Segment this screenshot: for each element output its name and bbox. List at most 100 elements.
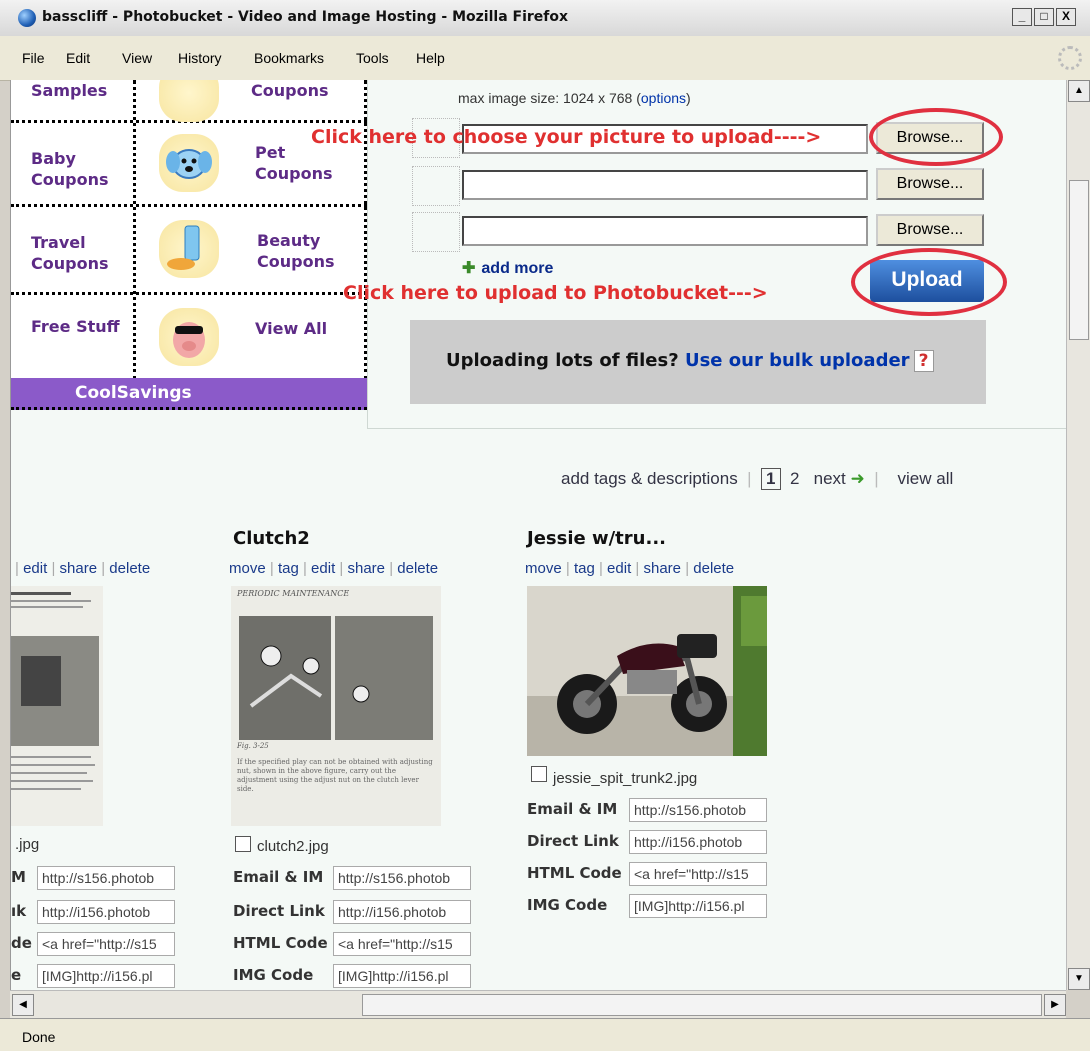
html-code-field[interactable]: <a href="http://s15 [333,932,471,956]
email-im-field[interactable]: http://s156.photob [333,866,471,890]
edit-link[interactable]: edit [23,560,47,577]
help-icon[interactable]: ? [913,350,934,372]
email-im-field[interactable]: http://s156.photob [629,798,767,822]
coolsavings-banner[interactable]: CoolSavings [11,378,367,410]
ad-divider [11,204,367,207]
photo-thumbnail[interactable] [527,586,767,756]
maximize-button[interactable]: □ [1034,8,1054,26]
menu-tools[interactable]: Tools [356,50,389,66]
action-separator: | [269,560,274,577]
add-tags-link[interactable]: add tags & descriptions [561,469,738,488]
scroll-left-arrow-icon[interactable]: ◀ [12,994,34,1016]
page-viewport: Samples Coupons Baby Coupons Pet Coupons… [10,80,1067,990]
scroll-right-arrow-icon[interactable]: ▶ [1044,994,1066,1016]
email-im-label: Email & IM [233,868,324,886]
action-separator: | [598,560,603,577]
ad-baby-coupons[interactable]: Baby Coupons [31,148,131,190]
photo-actions: move | tag | edit | share | delete [229,560,438,577]
file-input-2[interactable] [462,170,868,200]
direct-link-field[interactable]: http://i156.photob [333,900,471,924]
beauty-icon [159,220,219,278]
action-separator: | [565,560,570,577]
select-checkbox[interactable] [235,836,251,852]
email-im-field[interactable]: http://s156.photob [37,866,175,890]
move-link[interactable]: move [525,560,562,577]
photo-thumbnail[interactable]: PERIODIC MAINTENANCE Fig. 3-25 If the sp… [231,586,441,826]
minimize-button[interactable]: _ [1012,8,1032,26]
page-2-link[interactable]: 2 [790,469,799,488]
pager-separator: | [869,469,898,488]
menu-bookmarks[interactable]: Bookmarks [254,50,324,66]
action-separator: | [101,560,106,577]
samples-icon [159,80,219,122]
tag-link[interactable]: tag [574,560,595,577]
edit-link[interactable]: edit [311,560,335,577]
direct-link-field[interactable]: http://i156.photob [37,900,175,924]
img-code-field[interactable]: [IMG]http://i156.pl [333,964,471,988]
browse-button-2[interactable]: Browse... [876,168,984,200]
select-checkbox[interactable] [531,766,547,782]
menu-history[interactable]: History [178,50,222,66]
menu-file[interactable]: File [22,50,45,66]
max-size-text: max image size: 1024 x 768 ( [458,90,641,106]
photo-thumbnail[interactable] [11,586,103,826]
img-code-field[interactable]: [IMG]http://i156.pl [629,894,767,918]
ad-view-all[interactable]: View All [255,318,335,339]
scroll-up-arrow-icon[interactable]: ▲ [1068,80,1090,102]
email-im-label: Email & IM [527,800,618,818]
annotation-oval-upload [851,248,1007,316]
scroll-down-arrow-icon[interactable]: ▼ [1068,968,1090,990]
photo-title[interactable]: Jessie w/tru... [527,528,666,549]
view-all-link[interactable]: view all [898,469,954,488]
bulk-question: Uploading lots of files? [446,350,679,371]
pig-icon [159,308,219,366]
tag-link[interactable]: tag [278,560,299,577]
horizontal-scrollbar[interactable]: ◀ ▶ [10,990,1066,1019]
vertical-scroll-thumb[interactable] [1069,180,1089,340]
horizontal-scroll-thumb[interactable] [362,994,1042,1016]
html-code-label: HTML Code [233,934,328,952]
window-titlebar: basscliff - Photobucket - Video and Imag… [0,0,1090,37]
firefox-icon [18,9,36,27]
browse-button-3[interactable]: Browse... [876,214,984,246]
ad-beauty-coupons[interactable]: Beauty Coupons [257,230,357,272]
email-im-label: M [11,868,26,886]
menu-view[interactable]: View [122,50,152,66]
annotation-upload: Click here to upload to Photobucket---> [343,282,768,304]
add-more-link[interactable]: ✚ add more [462,258,553,278]
delete-link[interactable]: delete [693,560,734,577]
photo-actions: | edit | share | delete [15,560,150,577]
menu-edit[interactable]: Edit [66,50,90,66]
direct-link-field[interactable]: http://i156.photob [629,830,767,854]
move-link[interactable]: move [229,560,266,577]
html-code-field[interactable]: <a href="http://s15 [629,862,767,886]
edit-link[interactable]: edit [607,560,631,577]
file-input-3[interactable] [462,216,868,246]
share-link[interactable]: share [643,560,681,577]
ad-travel-coupons[interactable]: Travel Coupons [31,232,131,274]
photo-actions: move | tag | edit | share | delete [525,560,734,577]
ad-free-stuff[interactable]: Free Stuff [31,316,121,337]
share-link[interactable]: share [347,560,385,577]
ad-divider [133,80,136,380]
bulk-uploader-link[interactable]: Use our bulk uploader [685,350,910,371]
ad-coupons[interactable]: Coupons [251,80,328,101]
vertical-scrollbar[interactable]: ▲ ▼ [1066,80,1090,990]
file-preview-slot [412,212,460,252]
html-code-field[interactable]: <a href="http://s15 [37,932,175,956]
action-separator: | [685,560,690,577]
img-code-field[interactable]: [IMG]http://i156.pl [37,964,175,988]
ad-pet-coupons[interactable]: Pet Coupons [255,142,355,184]
photo-filename: jessie_spit_trunk2.jpg [553,770,698,787]
manual-caption: If the specified play can not be obtaine… [237,758,433,793]
ad-samples[interactable]: Samples [31,80,107,101]
close-button[interactable]: X [1056,8,1076,26]
delete-link[interactable]: delete [109,560,150,577]
photo-title[interactable]: Clutch2 [233,528,310,549]
plus-icon: ✚ [462,260,476,277]
options-link[interactable]: options [641,90,686,106]
delete-link[interactable]: delete [397,560,438,577]
share-link[interactable]: share [60,560,98,577]
next-link[interactable]: next [814,469,846,488]
menu-help[interactable]: Help [416,50,445,66]
